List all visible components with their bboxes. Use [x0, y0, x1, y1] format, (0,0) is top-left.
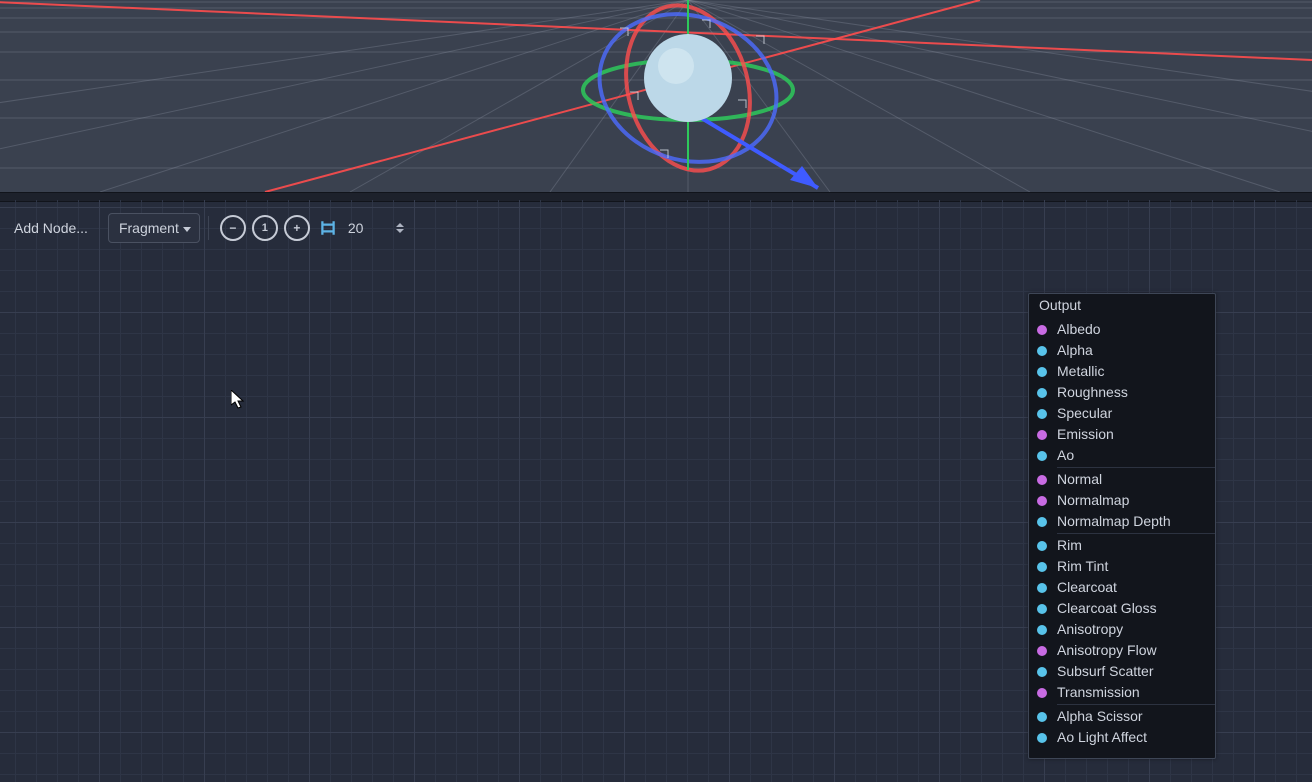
port-label: Subsurf Scatter — [1057, 662, 1154, 681]
input-port[interactable]: Subsurf Scatter — [1029, 661, 1215, 682]
port-dot-scalar-icon[interactable] — [1037, 562, 1047, 572]
port-label: Normalmap — [1057, 491, 1129, 510]
input-port[interactable]: Clearcoat Gloss — [1029, 598, 1215, 619]
port-dot-scalar-icon[interactable] — [1037, 367, 1047, 377]
output-node-ports: Albedo Alpha Metallic Roughness Specular Emis… — [1029, 317, 1215, 758]
input-port[interactable]: Anisotropy — [1029, 619, 1215, 640]
port-group-divider — [1057, 467, 1215, 468]
port-dot-vector-icon[interactable] — [1037, 646, 1047, 656]
port-dot-vector-icon[interactable] — [1037, 475, 1047, 485]
input-port[interactable]: Clearcoat — [1029, 577, 1215, 598]
port-label: Specular — [1057, 404, 1112, 423]
3d-viewport[interactable] — [0, 0, 1312, 192]
port-label: Roughness — [1057, 383, 1128, 402]
port-dot-scalar-icon[interactable] — [1037, 517, 1047, 527]
port-label: Transmission — [1057, 683, 1140, 702]
input-port[interactable]: Normal — [1029, 469, 1215, 490]
port-dot-scalar-icon[interactable] — [1037, 451, 1047, 461]
shader-stage-value: Fragment — [119, 220, 179, 236]
port-dot-scalar-icon[interactable] — [1037, 409, 1047, 419]
snap-icon[interactable] — [319, 219, 337, 237]
port-label: Normalmap Depth — [1057, 512, 1171, 531]
input-port[interactable]: Emission — [1029, 424, 1215, 445]
port-group-divider — [1057, 704, 1215, 705]
input-port[interactable]: Albedo — [1029, 319, 1215, 340]
input-port[interactable]: Transmission — [1029, 682, 1215, 703]
port-dot-scalar-icon[interactable] — [1037, 346, 1047, 356]
graph-toolbar: Add Node... Fragment − 1 + 20 — [4, 210, 409, 246]
port-label: Alpha — [1057, 341, 1093, 360]
input-port[interactable]: Normalmap Depth — [1029, 511, 1215, 532]
port-label: Anisotropy Flow — [1057, 641, 1157, 660]
port-label: Emission — [1057, 425, 1114, 444]
port-label: Alpha Scissor — [1057, 707, 1143, 726]
port-dot-scalar-icon[interactable] — [1037, 541, 1047, 551]
port-dot-vector-icon[interactable] — [1037, 496, 1047, 506]
chevron-down-icon — [183, 227, 191, 232]
input-port[interactable]: Ao Light Affect — [1029, 727, 1215, 748]
port-dot-scalar-icon[interactable] — [1037, 625, 1047, 635]
zoom-in-button[interactable]: + — [284, 215, 310, 241]
port-label: Albedo — [1057, 320, 1101, 339]
viewport-svg — [0, 0, 1312, 192]
input-port[interactable]: Normalmap — [1029, 490, 1215, 511]
port-label: Anisotropy — [1057, 620, 1123, 639]
port-dot-scalar-icon[interactable] — [1037, 733, 1047, 743]
input-port[interactable]: Rim — [1029, 535, 1215, 556]
output-node-title[interactable]: Output — [1029, 294, 1215, 317]
output-node[interactable]: Output Albedo Alpha Metallic Roughness Specu… — [1028, 293, 1216, 759]
snap-distance-value: 20 — [348, 220, 364, 236]
port-label: Metallic — [1057, 362, 1104, 381]
port-label: Rim Tint — [1057, 557, 1108, 576]
port-label: Normal — [1057, 470, 1102, 489]
port-dot-vector-icon[interactable] — [1037, 325, 1047, 335]
port-dot-scalar-icon[interactable] — [1037, 604, 1047, 614]
port-label: Ao Light Affect — [1057, 728, 1147, 747]
shader-stage-dropdown[interactable]: Fragment — [108, 213, 200, 243]
port-label: Ao — [1057, 446, 1074, 465]
updown-icon — [396, 223, 404, 233]
port-dot-scalar-icon[interactable] — [1037, 667, 1047, 677]
port-dot-vector-icon[interactable] — [1037, 688, 1047, 698]
input-port[interactable]: Alpha Scissor — [1029, 706, 1215, 727]
input-port[interactable]: Ao — [1029, 445, 1215, 466]
zoom-reset-button[interactable]: 1 — [252, 215, 278, 241]
port-label: Clearcoat — [1057, 578, 1117, 597]
port-dot-vector-icon[interactable] — [1037, 430, 1047, 440]
add-node-button[interactable]: Add Node... — [4, 214, 98, 242]
port-label: Clearcoat Gloss — [1057, 599, 1157, 618]
port-group-divider — [1057, 533, 1215, 534]
port-label: Rim — [1057, 536, 1082, 555]
toolbar-separator — [208, 216, 209, 240]
input-port[interactable]: Metallic — [1029, 361, 1215, 382]
zoom-out-button[interactable]: − — [220, 215, 246, 241]
port-dot-scalar-icon[interactable] — [1037, 712, 1047, 722]
input-port[interactable]: Alpha — [1029, 340, 1215, 361]
port-dot-scalar-icon[interactable] — [1037, 388, 1047, 398]
input-port[interactable]: Roughness — [1029, 382, 1215, 403]
port-dot-scalar-icon[interactable] — [1037, 583, 1047, 593]
snap-distance-field[interactable]: 20 — [339, 214, 409, 242]
input-port[interactable]: Rim Tint — [1029, 556, 1215, 577]
input-port[interactable]: Anisotropy Flow — [1029, 640, 1215, 661]
input-port[interactable]: Specular — [1029, 403, 1215, 424]
